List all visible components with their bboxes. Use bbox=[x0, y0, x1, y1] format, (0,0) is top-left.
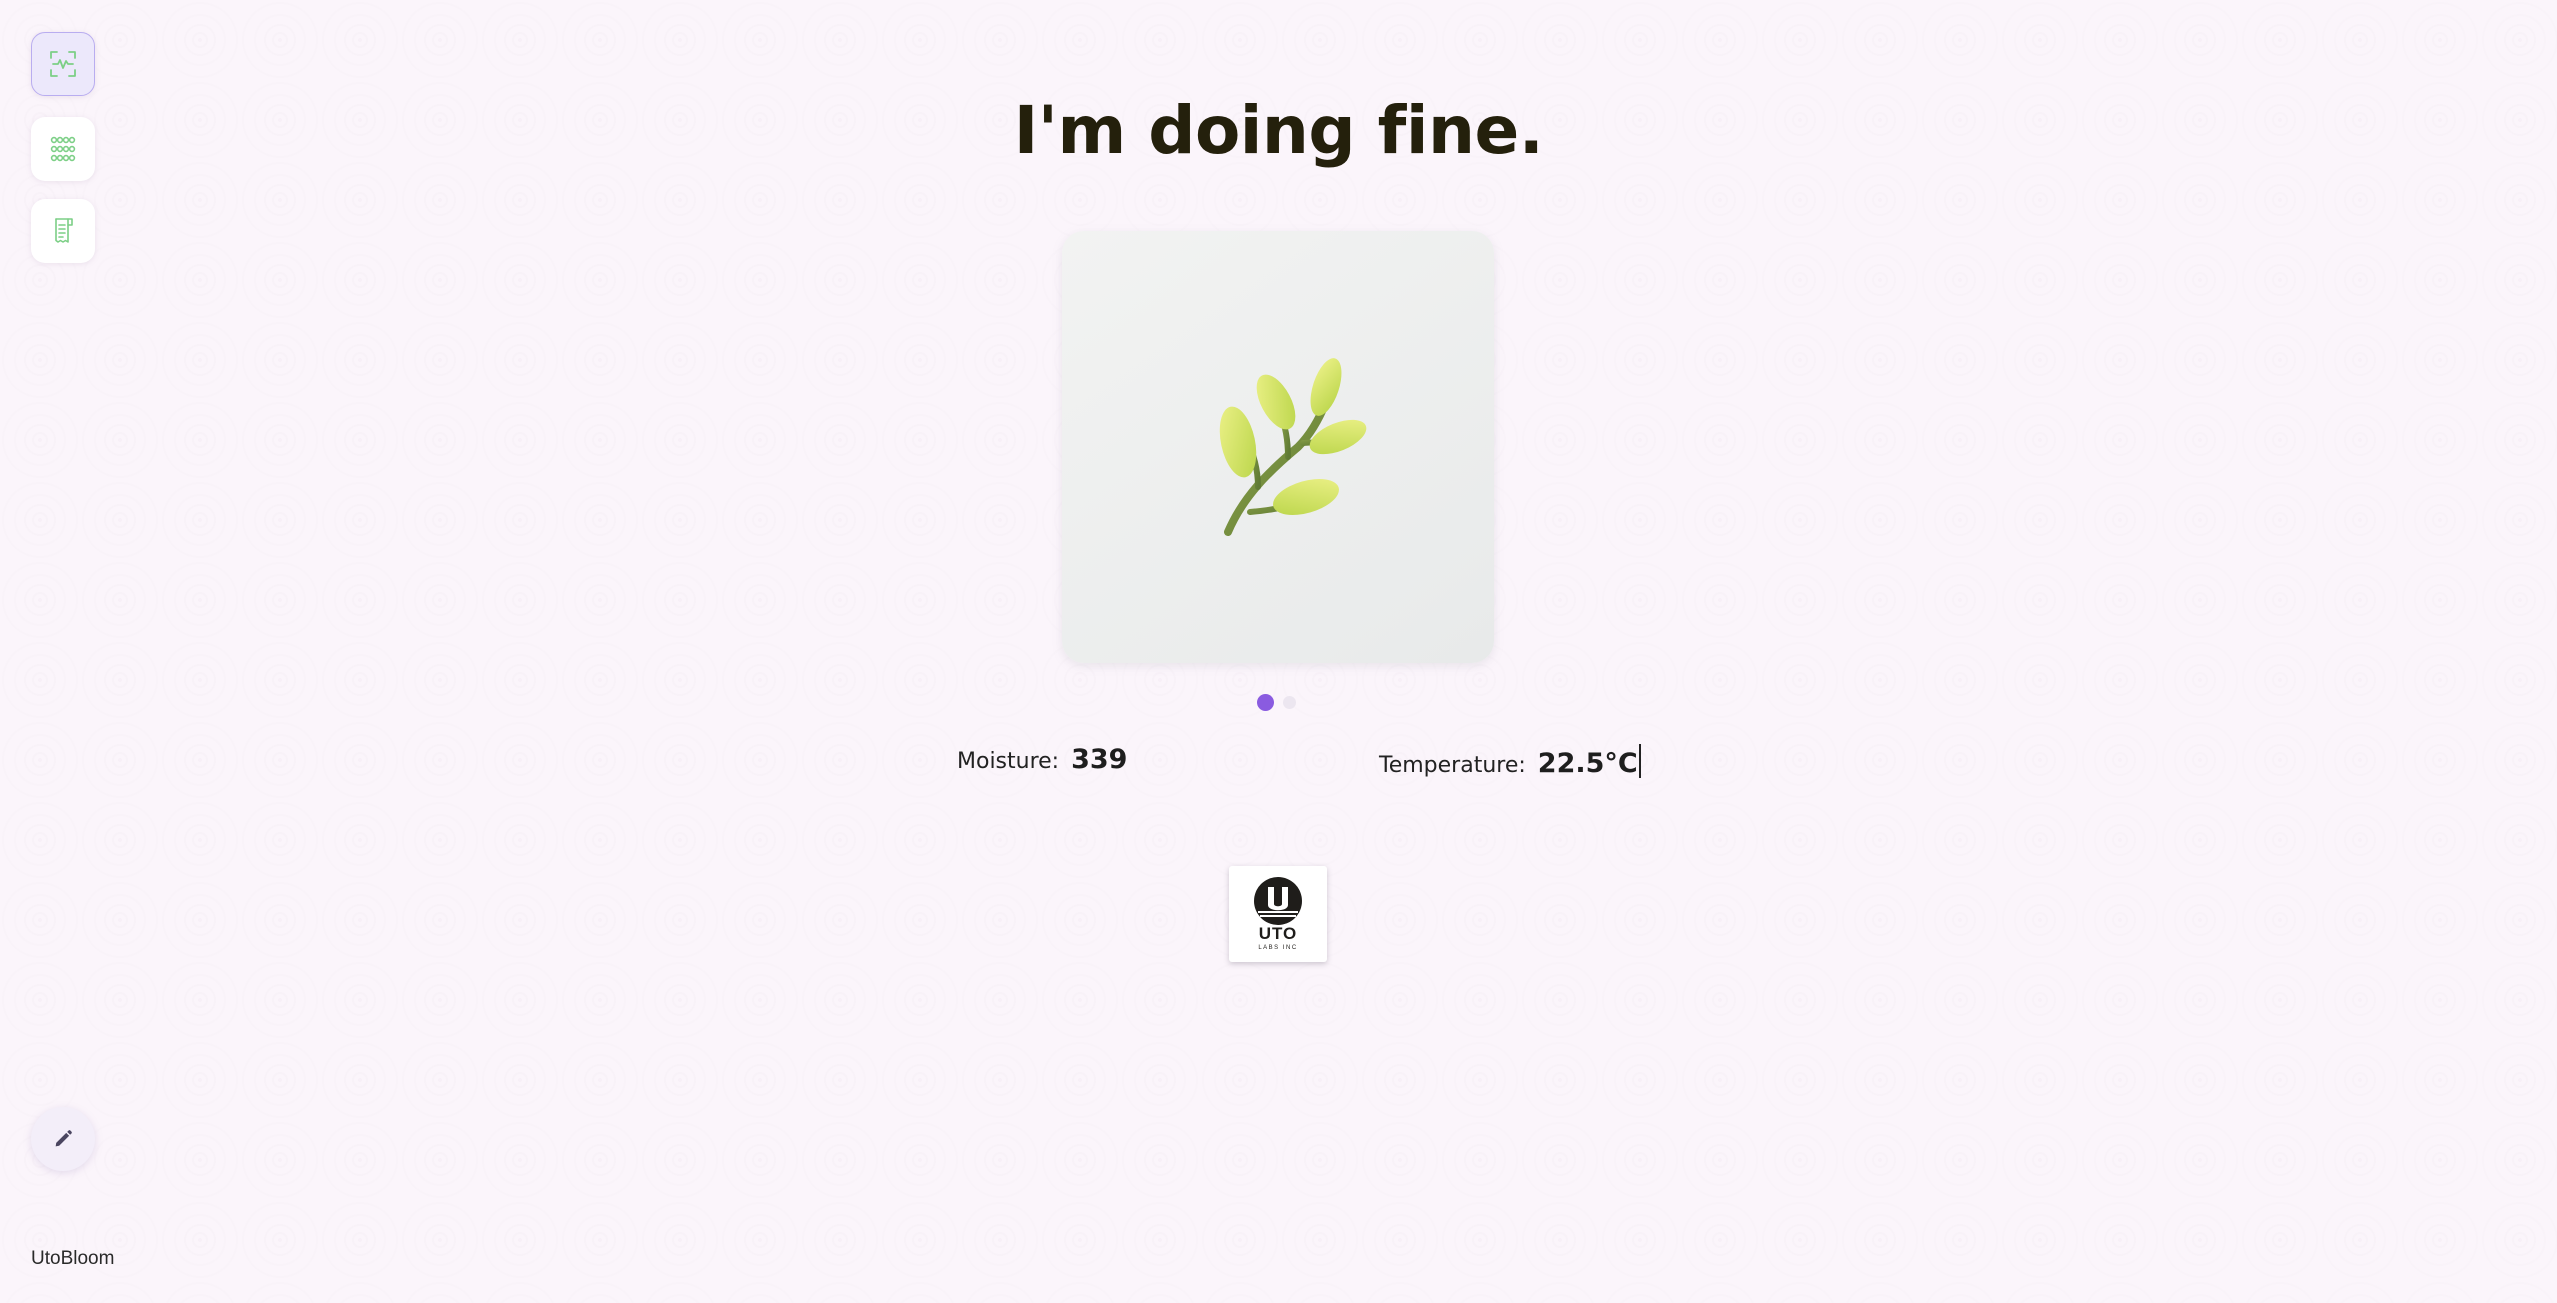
carousel-dot-1[interactable] bbox=[1257, 694, 1274, 711]
pencil-icon bbox=[55, 1130, 72, 1147]
receipt-icon bbox=[55, 218, 73, 243]
app-name: UtoBloom bbox=[31, 1248, 115, 1269]
logs-button[interactable] bbox=[31, 199, 95, 263]
moisture-value: 339 bbox=[1071, 744, 1128, 775]
logo-brand: UTO bbox=[1259, 924, 1298, 943]
sensor-scan-icon bbox=[50, 51, 76, 77]
edit-button[interactable] bbox=[31, 1107, 95, 1171]
carousel-dot-2[interactable] bbox=[1283, 696, 1296, 709]
uto-logo-icon: UTO LABS INC bbox=[1254, 877, 1302, 951]
logo-tagline: LABS INC bbox=[1258, 945, 1297, 951]
sensor-view-button[interactable] bbox=[31, 32, 95, 96]
moisture-label: Moisture: bbox=[957, 749, 1060, 774]
temperature-label: Temperature: bbox=[1379, 753, 1526, 778]
text-caret bbox=[1638, 744, 1641, 778]
plant-carousel-card[interactable] bbox=[1062, 231, 1494, 663]
uto-labs-logo[interactable]: UTO LABS INC bbox=[1229, 866, 1327, 962]
status-headline: I'm doing fine. bbox=[1013, 92, 1544, 169]
plant-sprig-icon bbox=[1219, 358, 1367, 536]
temperature-value: 22.5°C bbox=[1538, 744, 1641, 779]
moisture-reading: Moisture: 339 bbox=[957, 744, 1127, 775]
temperature-reading: Temperature: 22.5°C bbox=[1379, 744, 1641, 779]
